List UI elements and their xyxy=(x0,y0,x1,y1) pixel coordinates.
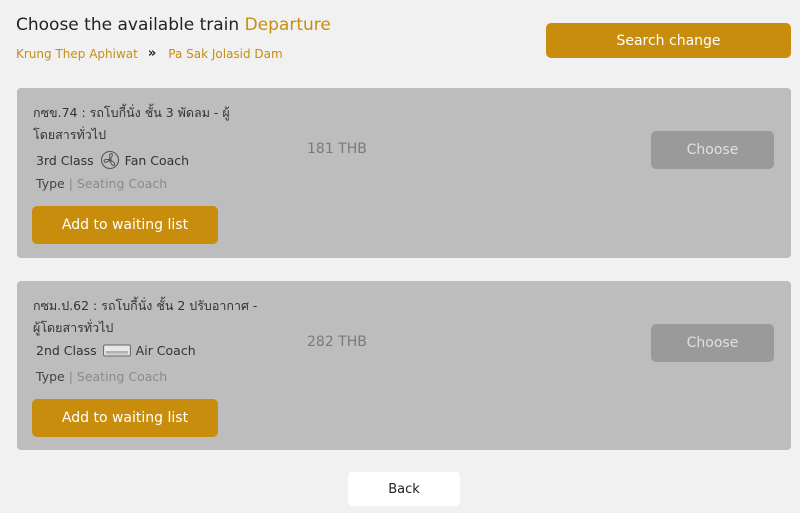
type-separator: | xyxy=(68,369,77,384)
train-selection-page: Choose the available train Departure Kru… xyxy=(0,0,800,513)
type-value: Seating Coach xyxy=(76,369,168,384)
route-origin: Krung Thep Aphiwat xyxy=(16,46,138,61)
class-row: 2nd Class Air Coach xyxy=(36,343,196,358)
train-price: 282 THB xyxy=(307,334,367,350)
train-name: กซม.ป.62 : รถโบกี้นั่ง ชั้น 2 ปรับอากาศ … xyxy=(33,298,258,335)
route-separator: » xyxy=(147,46,157,61)
add-to-waiting-list-button[interactable]: Add to waiting list xyxy=(32,206,218,244)
type-label: Type xyxy=(36,176,65,191)
coach-label: Air Coach xyxy=(135,343,196,358)
class-row: 3rd Class Fan Coach xyxy=(36,150,189,170)
route-breadcrumb: Krung Thep Aphiwat » Pa Sak Jolasid Dam xyxy=(16,46,283,61)
choose-button[interactable]: Choose xyxy=(651,131,774,169)
air-conditioner-icon xyxy=(102,344,131,358)
page-title-text: Choose the available train xyxy=(16,15,240,35)
type-value: Seating Coach xyxy=(76,176,168,191)
choose-button[interactable]: Choose xyxy=(651,324,774,362)
type-separator: | xyxy=(68,176,77,191)
fan-icon xyxy=(100,150,120,170)
type-row: Type | Seating Coach xyxy=(36,369,167,384)
class-label: 3rd Class xyxy=(36,152,94,168)
page-title: Choose the available train Departure xyxy=(16,15,331,35)
coach-label: Fan Coach xyxy=(124,152,190,168)
back-button[interactable]: Back xyxy=(348,472,460,506)
train-name: กซข.74 : รถโบกี้นั่ง ชั้น 3 พัดลม - ผู้โ… xyxy=(33,105,230,142)
train-card: กซข.74 : รถโบกี้นั่ง ชั้น 3 พัดลม - ผู้โ… xyxy=(17,88,791,258)
search-change-button[interactable]: Search change xyxy=(546,23,791,58)
train-price: 181 THB xyxy=(307,141,367,157)
train-card: กซม.ป.62 : รถโบกี้นั่ง ชั้น 2 ปรับอากาศ … xyxy=(17,281,791,450)
class-label: 2nd Class xyxy=(36,343,97,358)
type-row: Type | Seating Coach xyxy=(36,176,167,191)
route-destination: Pa Sak Jolasid Dam xyxy=(168,46,283,61)
type-label: Type xyxy=(36,369,65,384)
page-title-direction: Departure xyxy=(244,15,331,35)
add-to-waiting-list-button[interactable]: Add to waiting list xyxy=(32,399,218,437)
